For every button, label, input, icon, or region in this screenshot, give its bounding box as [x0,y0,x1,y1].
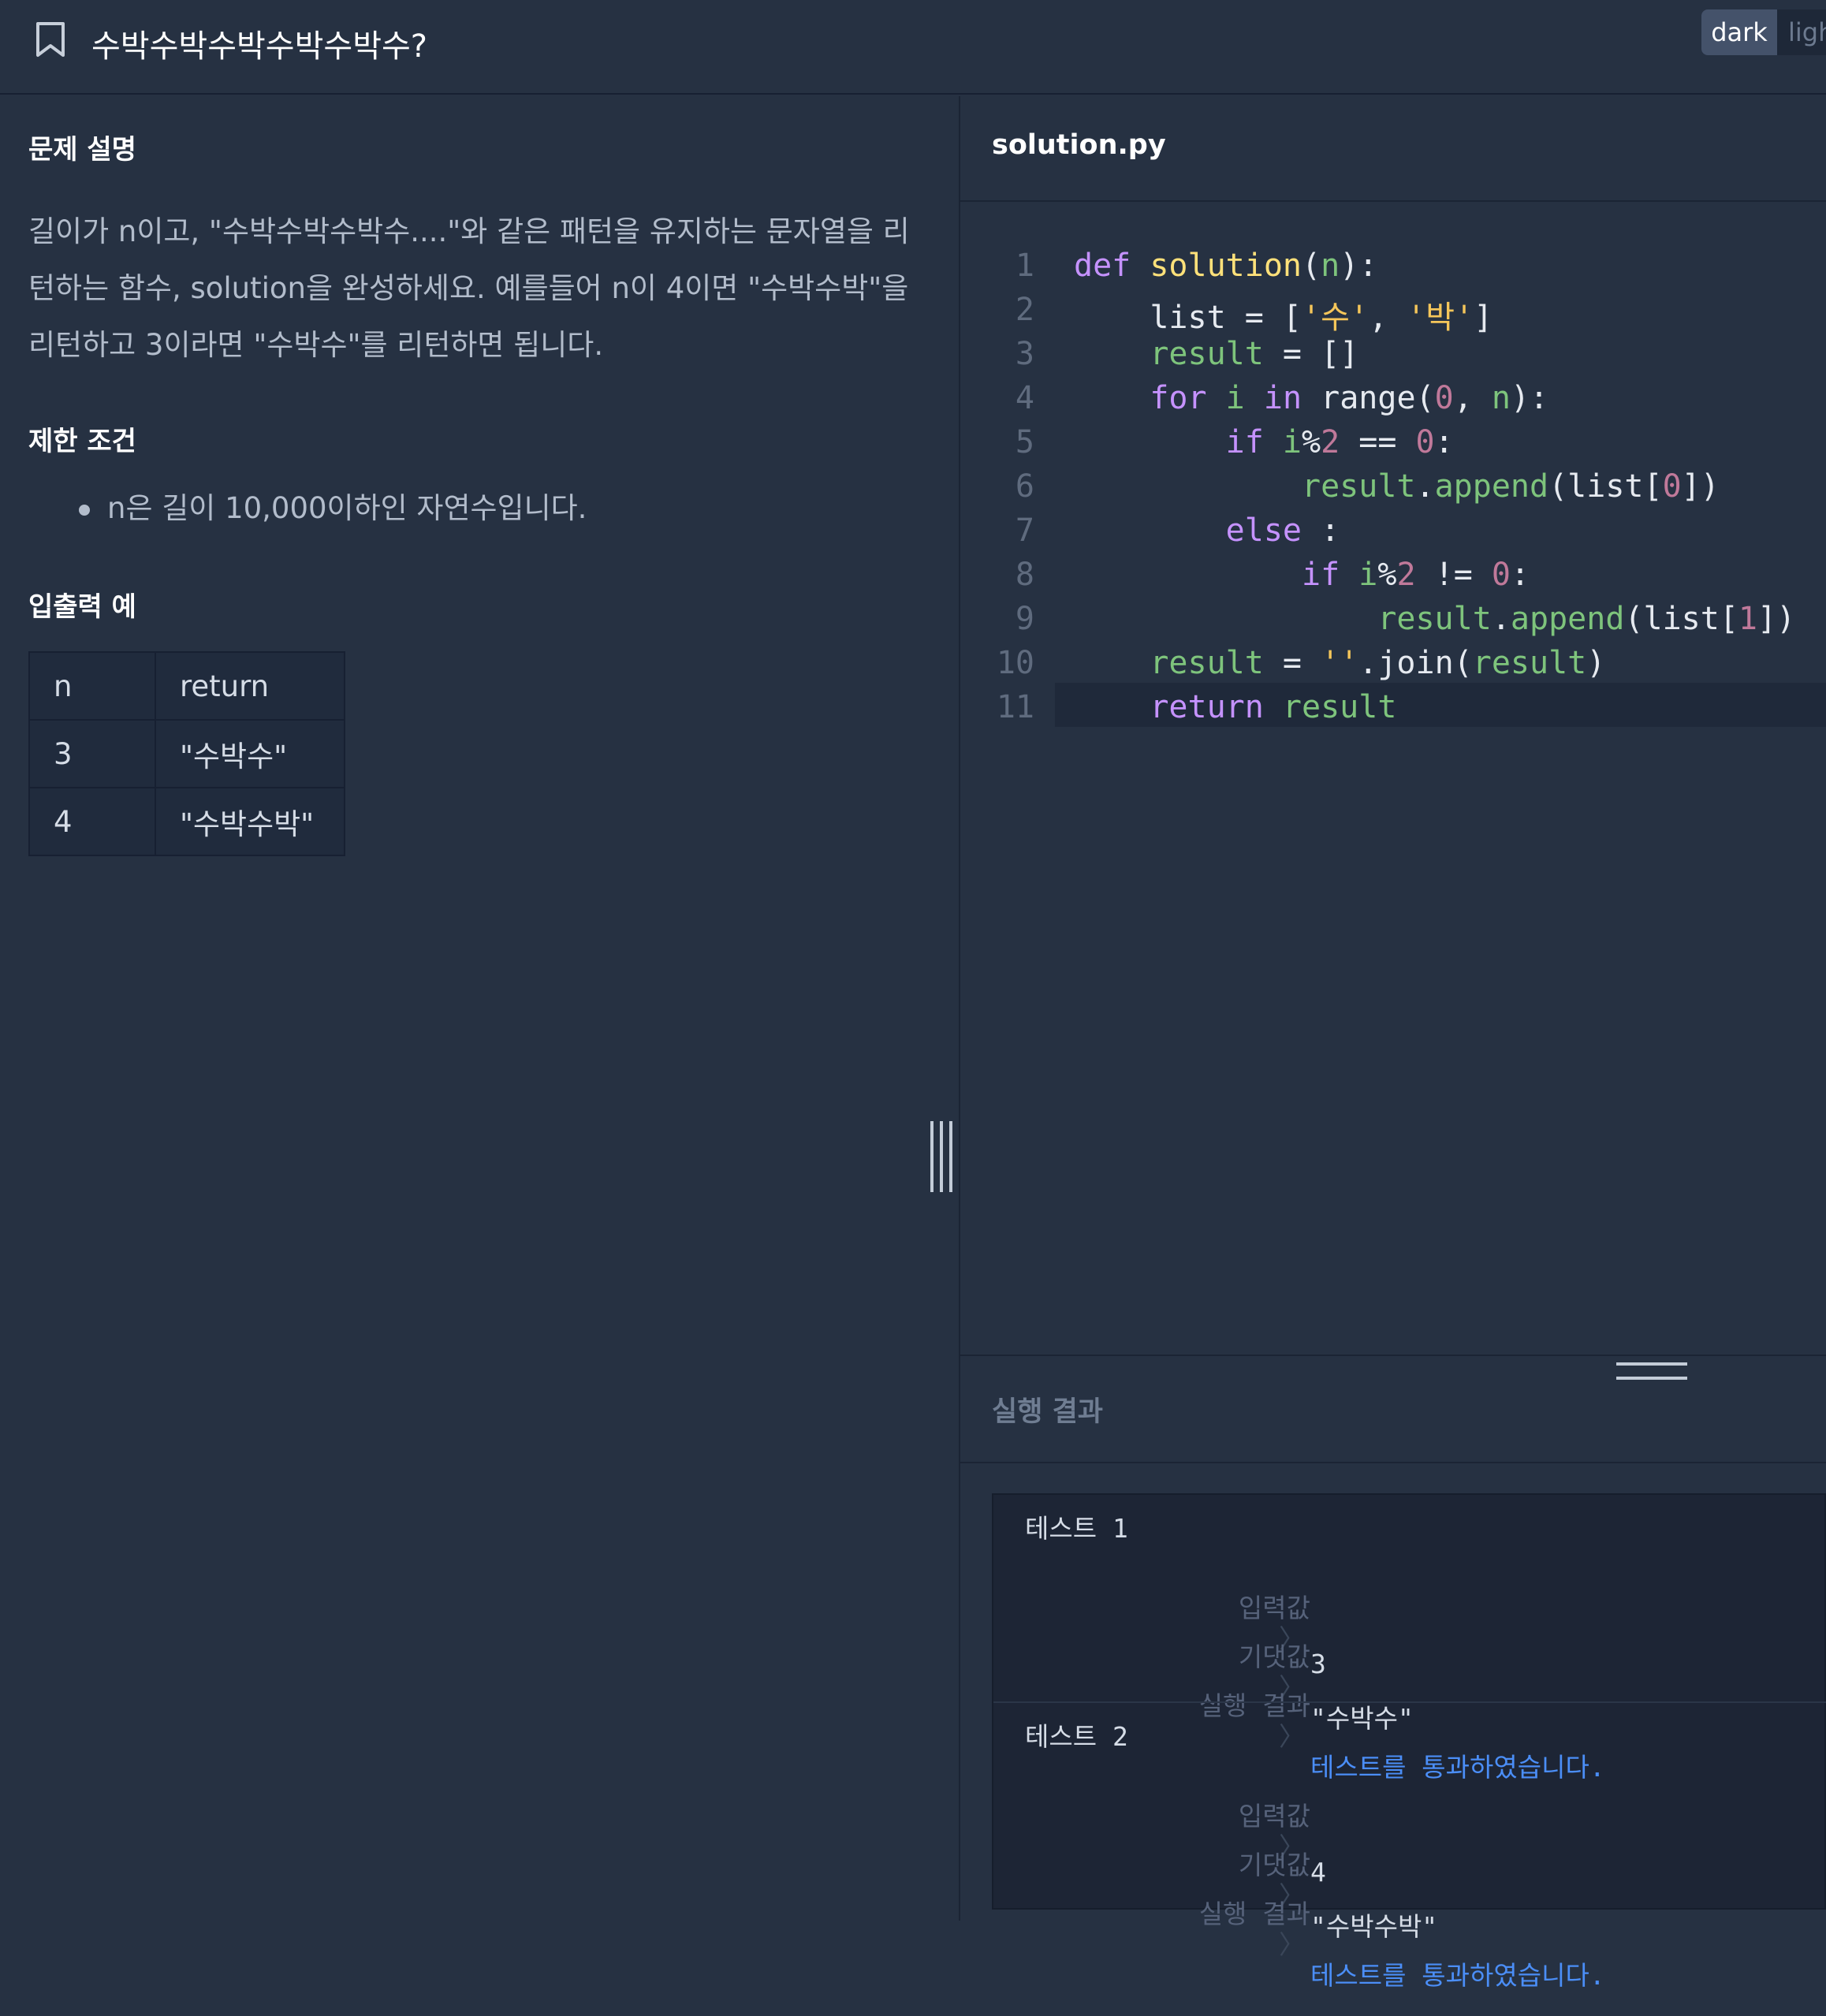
code-line[interactable]: 10 result = ''.join(result) [960,640,1826,684]
result-value: 테스트를 통과하였습니다. [1310,1960,1605,1991]
expected-row: 기댓값 〉 "수박수박" [993,1813,1826,1942]
table-row: 4 "수박수박" [28,787,345,856]
description-heading: 문제 설명 [28,134,136,166]
code-line[interactable]: 7 else : [960,508,1826,552]
input-row: 입력값 〉 3 [993,1556,1826,1679]
page-title: 수박수박수박수박수박수? [91,28,428,65]
problem-description: 길이가 n이고, "수박수박수박수...."와 같은 패턴을 유지하는 문자열을… [28,214,910,362]
code-line[interactable]: 2 list = ['수', '박'] [960,287,1826,336]
result-row: 실행 결과 〉 테스트를 통과하였습니다. [993,1862,1826,1991]
code-line[interactable]: 1 def solution(n): [960,243,1826,287]
test-name: 테스트 2 [1025,1721,1128,1752]
input-row: 입력값 〉 4 [993,1764,1826,1887]
expected-row: 기댓값 〉 "수박수" [993,1605,1826,1734]
code-line[interactable]: 4 for i in range(0, n): [960,375,1826,419]
code-line[interactable]: 9 result.append(list[1]) [960,596,1826,640]
theme-dark-button[interactable]: dark [1701,9,1777,55]
top-bar: 수박수박수박수박수박수? dark ligh [0,0,1826,95]
results-title: 실행 결과 [992,1396,1103,1428]
constraints-heading: 제한 조건 [28,426,136,457]
table-cell: "수박수" [155,719,345,788]
table-header-cell: return [155,651,345,721]
expected-value: "수박수박" [1310,1911,1438,1942]
chevron-right-icon: 〉 [1279,1929,1305,1960]
table-header-cell: n [28,651,156,721]
file-tab[interactable]: solution.py [992,129,1166,161]
test-result: 테스트 1 입력값 〉 3 기댓값 〉 "수박수" 실행 결과 〉 테스트를 통… [993,1495,1826,1783]
horizontal-resize-handle-icon[interactable] [1616,1362,1687,1380]
table-cell: 4 [28,787,156,856]
editor-divider [960,200,1826,202]
result-row: 실행 결과 〉 테스트를 통과하였습니다. [993,1654,1826,1783]
constraint-text: n은 길이 10,000이하인 자연수입니다. [107,491,587,525]
constraint-item: n은 길이 10,000이하인 자연수입니다. [79,484,587,527]
vertical-resize-handle-icon[interactable] [930,1121,952,1192]
examples-table: n return 3 "수박수" 4 "수박수박" [28,651,345,856]
theme-light-button[interactable]: ligh [1777,9,1826,55]
results-separator [960,1462,1826,1463]
code-line-active[interactable]: 11 return result [960,684,1826,729]
results-list: 테스트 1 입력값 〉 3 기댓값 〉 "수박수" 실행 결과 〉 테스트를 통… [992,1493,1826,1991]
examples-heading: 입출력 예 [28,591,136,623]
table-cell: "수박수박" [155,787,345,856]
code-line[interactable]: 3 result = [] [960,331,1826,375]
table-row: 3 "수박수" [28,719,345,788]
bookmark-icon[interactable] [33,20,68,58]
table-header-row: n return [28,651,345,721]
table-cell: 3 [28,719,156,788]
test-result: 테스트 2 입력값 〉 4 기댓값 〉 "수박수박" 실행 결과 〉 테스트를 … [993,1701,1826,1991]
theme-toggle[interactable]: dark ligh [1701,9,1826,55]
results-divider [960,1355,1826,1356]
code-line[interactable]: 8 if i%2 != 0: [960,552,1826,596]
code-line[interactable]: 5 if i%2 == 0: [960,419,1826,464]
test-name: 테스트 1 [1025,1513,1128,1544]
code-line[interactable]: 6 result.append(list[0]) [960,464,1826,508]
